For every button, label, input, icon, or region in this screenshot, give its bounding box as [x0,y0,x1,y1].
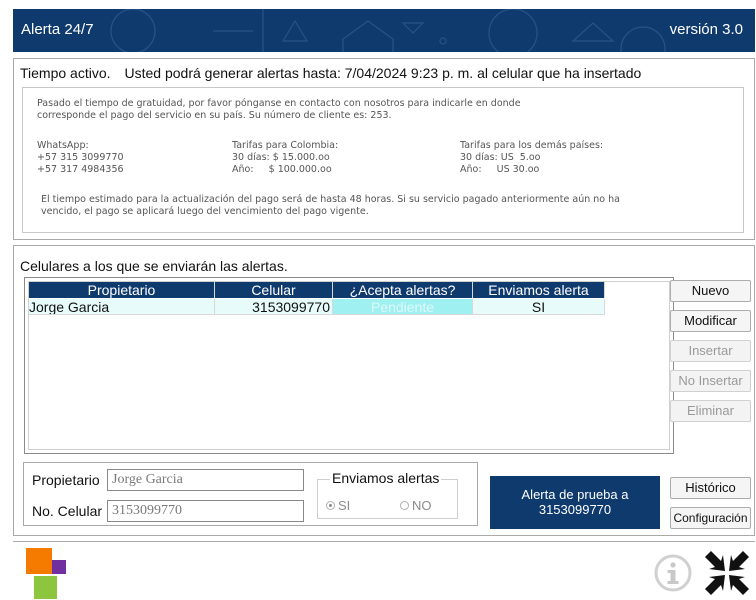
colombia-rate-30days: 30 días: $ 15.000.oo [232,152,330,163]
phones-grid-body: Propietario Celular ¿Acepta alertas? Env… [28,281,670,450]
test-alert-label: Alerta de prueba a [521,487,629,502]
phone-label: No. Celular [32,503,103,519]
app-header: Alerta 24/7 versión 3.0 [13,9,755,52]
payment-note-2: vencido, el pago se aplicará luego del v… [41,206,369,217]
radio-yes-dot [326,501,335,510]
send-alerts-group: Enviamos alertas SI NO [317,470,458,519]
other-rate-30days: 30 días: US 5.oo [460,152,541,163]
radio-no-label: NO [412,498,432,513]
logo-green-square [34,576,57,599]
phone-form: Propietario Jorge Garcia No. Celular 315… [23,462,478,526]
column-header-phone[interactable]: Celular [215,282,333,298]
logo-orange-square [26,548,52,574]
colombia-rates-label: Tarifas para Colombia: [232,140,339,151]
table-row-send[interactable]: SI [473,299,605,315]
send-alerts-legend: Enviamos alertas [330,470,442,486]
radio-yes[interactable]: SI [326,498,350,513]
owner-input[interactable]: Jorge Garcia [107,469,304,491]
test-alert-number: 3153099770 [538,502,612,517]
no-insert-button[interactable]: No Insertar [670,370,751,392]
history-button[interactable]: Histórico [670,477,751,499]
collapse-arrows-icon[interactable] [703,549,751,597]
payment-info-box: Pasado el tiempo de gratuidad, por favor… [22,87,744,233]
active-status-label: Tiempo activo. [20,65,111,81]
company-logo [26,548,72,600]
app-footer [13,541,755,600]
test-alert-button[interactable]: Alerta de prueba a 3153099770 [490,476,660,529]
whatsapp-number-1: +57 315 3099770 [37,152,124,163]
whatsapp-label: WhatsApp: [37,140,89,151]
logo-purple-square [52,560,66,574]
info-icon[interactable] [653,553,693,593]
app-version: versión 3.0 [669,21,743,38]
table-row-phone[interactable]: 3153099770 [215,299,333,315]
phones-section-title: Celulares a los que se enviarán las aler… [20,258,288,274]
intro-text-1: Pasado el tiempo de gratuidad, por favor… [37,98,521,109]
active-status-message: Usted podrá generar alertas hasta: 7/04/… [124,65,642,81]
settings-button[interactable]: Configuración [670,507,751,529]
phones-section: Celulares a los que se enviarán las aler… [13,245,755,536]
column-header-accepts[interactable]: ¿Acepta alertas? [333,282,473,298]
owner-label: Propietario [32,472,100,488]
phones-grid[interactable]: Propietario Celular ¿Acepta alertas? Env… [24,277,674,454]
whatsapp-number-2: +57 317 4984356 [37,164,124,175]
edit-button[interactable]: Modificar [670,310,751,332]
app-title: Alerta 24/7 [21,21,94,38]
active-status-line: Tiempo activo. Usted podrá generar alerta… [20,65,641,81]
other-rate-year: Año: US 30.oo [460,164,540,175]
phone-input[interactable]: 3153099770 [107,500,304,522]
column-header-owner[interactable]: Propietario [29,282,215,298]
radio-yes-label: SI [338,498,351,513]
radio-no[interactable]: NO [400,498,432,513]
table-row-owner[interactable]: Jorge Garcia [29,299,215,315]
subscription-info-panel: Tiempo activo. Usted podrá generar alerta… [13,58,755,240]
table-row-accepts[interactable]: Pendiente [333,299,473,315]
other-rates-label: Tarifas para los demás países: [460,140,604,151]
radio-no-dot [400,501,409,510]
header-decoration [110,9,666,52]
column-header-send[interactable]: Enviamos alerta [473,282,605,298]
colombia-rate-year: Año: $ 100.000.oo [232,164,332,175]
intro-text-2: corresponde el pago del servicio en su p… [37,110,392,121]
new-button[interactable]: Nuevo [670,280,751,302]
delete-button[interactable]: Eliminar [670,400,751,422]
insert-button[interactable]: Insertar [670,340,751,362]
payment-note-1: El tiempo estimado para la actualización… [41,194,620,205]
